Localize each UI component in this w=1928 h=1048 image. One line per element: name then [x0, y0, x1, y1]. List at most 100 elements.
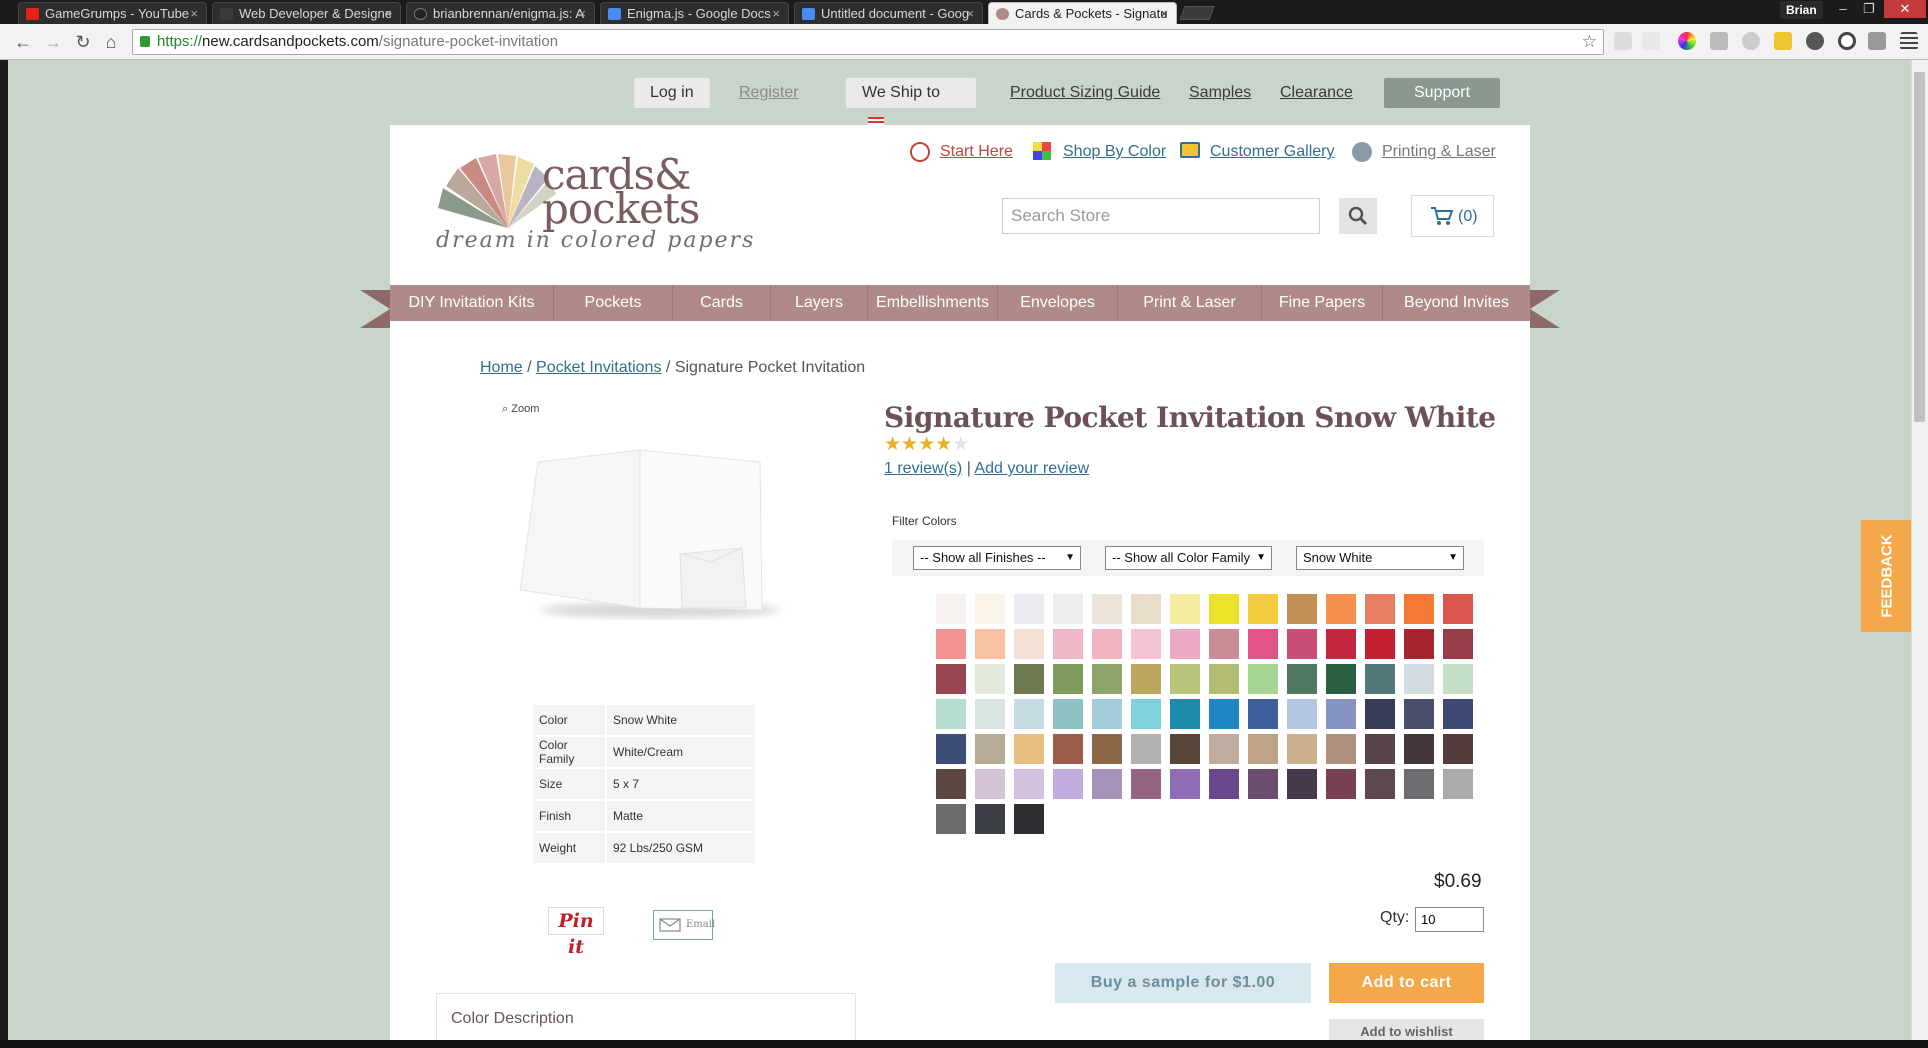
color-swatch[interactable] [936, 629, 966, 659]
font-extension-icon[interactable] [1642, 32, 1660, 50]
new-tab-button[interactable] [1179, 6, 1215, 20]
color-swatch[interactable] [936, 769, 966, 799]
color-swatch[interactable] [936, 734, 966, 764]
scrollbar-thumb[interactable] [1914, 72, 1925, 422]
zoom-control[interactable]: ⌕ Zoom [502, 403, 539, 416]
color-swatch[interactable] [1092, 594, 1122, 624]
color-swatch[interactable] [1209, 664, 1239, 694]
pin-it-button[interactable]: Pin it [548, 907, 604, 958]
cast-extension-icon[interactable] [1710, 32, 1728, 50]
color-swatch[interactable] [1248, 699, 1278, 729]
color-swatch[interactable] [1248, 734, 1278, 764]
color-select[interactable]: Snow White ▼ [1296, 546, 1464, 570]
nav-fine-papers[interactable]: Fine Papers [1262, 285, 1383, 321]
finish-filter-select[interactable]: -- Show all Finishes -- ▼ [913, 546, 1081, 570]
cart-button[interactable]: (0) [1411, 195, 1494, 237]
browser-tab[interactable]: brianbrennan/enigma.js: A × [406, 2, 595, 24]
color-swatch[interactable] [1053, 629, 1083, 659]
checklist-extension-icon[interactable] [1774, 32, 1792, 50]
color-swatch[interactable] [1092, 734, 1122, 764]
browser-tab[interactable]: Enigma.js - Google Docs × [600, 2, 789, 24]
color-swatch[interactable] [1326, 699, 1356, 729]
color-swatch[interactable] [1131, 664, 1161, 694]
color-swatch[interactable] [1053, 664, 1083, 694]
color-swatch[interactable] [1131, 594, 1161, 624]
color-swatch[interactable] [1131, 769, 1161, 799]
color-swatch[interactable] [975, 804, 1005, 834]
sync-extension-icon[interactable] [1742, 32, 1760, 50]
color-swatch[interactable] [1209, 629, 1239, 659]
color-swatch[interactable] [1209, 699, 1239, 729]
color-swatch[interactable] [1287, 734, 1317, 764]
nav-pockets[interactable]: Pockets [554, 285, 673, 321]
color-swatch[interactable] [1365, 629, 1395, 659]
login-link[interactable]: Log in [634, 78, 710, 108]
color-swatch[interactable] [1365, 699, 1395, 729]
customer-gallery-link[interactable]: Customer Gallery [1180, 140, 1334, 164]
color-swatch[interactable] [1365, 734, 1395, 764]
info-extension-icon[interactable] [1806, 32, 1824, 50]
breadcrumb-pocket-invitations[interactable]: Pocket Invitations [536, 359, 661, 376]
color-swatch[interactable] [1170, 664, 1200, 694]
home-icon[interactable]: ⌂ [100, 32, 122, 52]
color-swatch[interactable] [1287, 699, 1317, 729]
color-swatch[interactable] [1014, 699, 1044, 729]
color-swatch[interactable] [975, 699, 1005, 729]
color-swatch[interactable] [1014, 664, 1044, 694]
nav-envelopes[interactable]: Envelopes [998, 285, 1118, 321]
color-swatch[interactable] [1014, 734, 1044, 764]
color-swatch[interactable] [1131, 699, 1161, 729]
color-swatch[interactable] [1014, 769, 1044, 799]
color-swatch[interactable] [936, 804, 966, 834]
color-swatch[interactable] [1209, 734, 1239, 764]
start-here-link[interactable]: Start Here [910, 140, 1013, 164]
image-extension-icon[interactable] [1868, 32, 1886, 50]
color-swatch[interactable] [1404, 734, 1434, 764]
nav-print-laser[interactable]: Print & Laser [1118, 285, 1262, 321]
color-swatch[interactable] [1443, 769, 1473, 799]
address-bar[interactable]: https://new.cardsandpockets.com/signatur… [132, 29, 1604, 55]
nav-cards[interactable]: Cards [673, 285, 771, 321]
color-swatch[interactable] [1248, 629, 1278, 659]
color-swatch[interactable] [1404, 769, 1434, 799]
feedback-tab[interactable]: FEEDBACK [1861, 520, 1913, 632]
email-button[interactable]: Email [653, 910, 715, 940]
color-swatch[interactable] [1443, 664, 1473, 694]
quantity-input[interactable]: 10 [1415, 907, 1484, 932]
color-swatch[interactable] [1365, 769, 1395, 799]
color-swatch[interactable] [1404, 594, 1434, 624]
color-swatch[interactable] [975, 734, 1005, 764]
register-link[interactable]: Register [739, 78, 799, 108]
product-sizing-guide-link[interactable]: Product Sizing Guide [1010, 78, 1160, 108]
support-button[interactable]: Support [1384, 78, 1500, 108]
color-swatch[interactable] [1404, 629, 1434, 659]
nav-layers[interactable]: Layers [771, 285, 868, 321]
color-family-filter-select[interactable]: -- Show all Color Family -- ▼ [1105, 546, 1272, 570]
color-swatch[interactable] [1326, 629, 1356, 659]
color-swatch[interactable] [1014, 594, 1044, 624]
window-close-icon[interactable]: ✕ [1884, 0, 1926, 18]
color-swatch[interactable] [1404, 664, 1434, 694]
color-swatch[interactable] [1053, 734, 1083, 764]
color-swatch[interactable] [1170, 594, 1200, 624]
profile-user-badge[interactable]: Brian [1780, 1, 1823, 19]
minimize-icon[interactable]: – [1830, 0, 1856, 18]
color-swatch[interactable] [1443, 594, 1473, 624]
color-swatch[interactable] [1287, 664, 1317, 694]
color-picker-icon[interactable] [1678, 32, 1696, 50]
color-swatch[interactable] [1443, 629, 1473, 659]
clearance-link[interactable]: Clearance [1280, 78, 1353, 108]
add-review-link[interactable]: Add your review [974, 460, 1089, 477]
color-swatch[interactable] [1014, 804, 1044, 834]
back-arrow-icon[interactable]: ← [12, 32, 34, 52]
buy-sample-button[interactable]: Buy a sample for $1.00 [1055, 963, 1311, 1003]
product-image[interactable] [510, 450, 790, 620]
color-swatch[interactable] [1053, 699, 1083, 729]
printing-laser-link[interactable]: Printing & Laser [1352, 140, 1496, 164]
reload-icon[interactable]: ↻ [72, 32, 94, 52]
color-swatch[interactable] [1131, 734, 1161, 764]
color-swatch[interactable] [1404, 699, 1434, 729]
color-swatch[interactable] [1092, 769, 1122, 799]
color-swatch[interactable] [1131, 629, 1161, 659]
color-swatch[interactable] [1287, 594, 1317, 624]
